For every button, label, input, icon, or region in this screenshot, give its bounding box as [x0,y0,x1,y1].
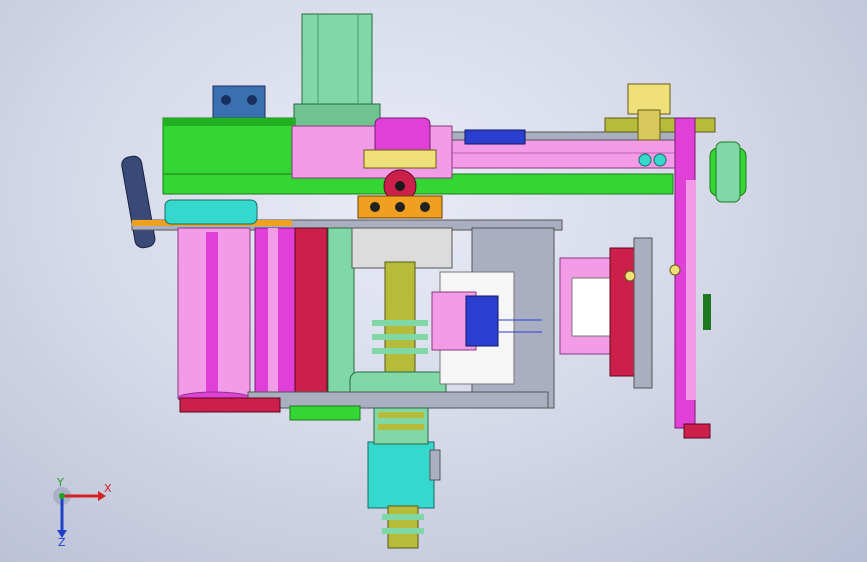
blue-bracket [212,85,266,119]
magenta-hub [374,117,431,155]
z-axis-label: Z [58,536,66,548]
coordinate-triad: X Y Z [53,478,112,548]
green-rod [327,227,355,394]
column-foot [683,423,711,439]
blue-slider [464,129,526,145]
x-axis-label: X [104,482,112,495]
left-cylinder-cap [164,199,258,225]
y-axis-label: Y [56,478,64,489]
cad-viewport[interactable] [0,0,867,562]
top-motor [301,13,373,110]
lower-motor [367,441,435,509]
top-motor-flange [293,103,381,127]
lower-shaft [387,505,419,549]
lever-handle [121,155,156,249]
ball-screw [384,261,416,373]
y-axis-dot [59,493,65,499]
rod-2 [294,227,328,394]
